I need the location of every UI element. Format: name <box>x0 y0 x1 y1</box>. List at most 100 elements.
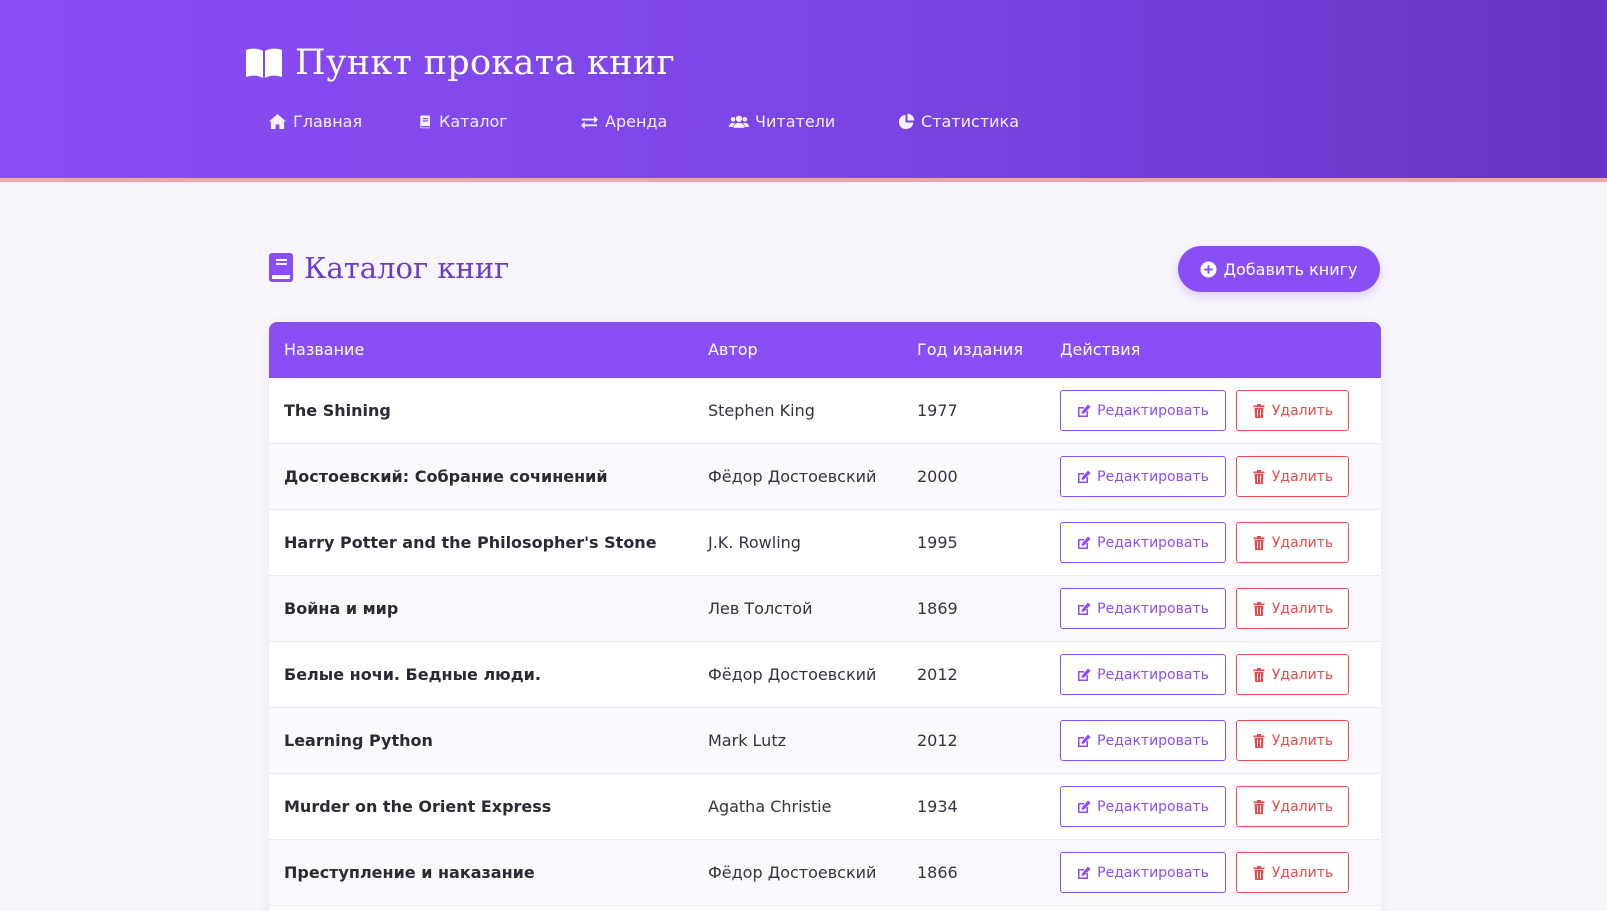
edit-button-label: Редактировать <box>1097 732 1209 749</box>
book-year: 1995 <box>917 533 958 552</box>
nav-item-catalog[interactable]: Каталог <box>418 107 508 135</box>
nav-item-label: Читатели <box>755 111 836 131</box>
pie-chart-icon <box>898 112 915 129</box>
delete-button-label: Удалить <box>1271 864 1334 881</box>
delete-button-label: Удалить <box>1271 666 1334 683</box>
delete-button-label: Удалить <box>1271 732 1334 749</box>
page-title: Каталог книг <box>268 248 509 288</box>
book-year: 1866 <box>917 863 958 882</box>
book-author: Фёдор Достоевский <box>708 665 877 684</box>
trash-icon <box>1253 865 1265 880</box>
book-year: 2000 <box>917 467 958 486</box>
edit-button[interactable]: Редактировать <box>1060 786 1226 827</box>
delete-button-label: Удалить <box>1271 468 1334 485</box>
brand[interactable]: Пункт проката книг <box>244 38 675 88</box>
delete-button[interactable]: Удалить <box>1236 390 1349 431</box>
edit-button[interactable]: Редактировать <box>1060 720 1226 761</box>
edit-button-label: Редактировать <box>1097 402 1209 419</box>
trash-icon <box>1253 799 1265 814</box>
nav-item-label: Статистика <box>921 111 1019 131</box>
edit-button-label: Редактировать <box>1097 864 1209 881</box>
column-header-title: Название <box>284 340 365 359</box>
book-year: 1869 <box>917 599 958 618</box>
delete-button[interactable]: Удалить <box>1236 654 1349 695</box>
nav-item-label: Аренда <box>605 111 668 131</box>
book-title: Harry Potter and the Philosopher's Stone <box>284 533 657 552</box>
book-icon <box>420 115 430 128</box>
book-author: Stephen King <box>708 401 815 420</box>
delete-button[interactable]: Удалить <box>1236 720 1349 761</box>
book-title: Белые ночи. Бедные люди. <box>284 665 541 684</box>
exchange-icon <box>581 115 598 129</box>
table-row: Learning Python Mark Lutz 2012 Редактироват… <box>269 708 1381 774</box>
edit-icon <box>1078 668 1091 681</box>
table-row: Преступление и наказание Фёдор Достоевски… <box>269 840 1381 906</box>
delete-button[interactable]: Удалить <box>1236 852 1349 893</box>
table-row: Murder on the Orient Express Agatha Chris… <box>269 774 1381 840</box>
edit-button-label: Редактировать <box>1097 666 1209 683</box>
trash-icon <box>1253 403 1265 418</box>
edit-button-label: Редактировать <box>1097 534 1209 551</box>
book-title: The Shining <box>284 401 391 420</box>
home-icon <box>269 113 286 129</box>
table-row: Harry Potter and the Philosopher's Stone… <box>269 510 1381 576</box>
edit-icon <box>1078 536 1091 549</box>
app-title: Пункт проката книг <box>295 43 675 83</box>
delete-button[interactable]: Удалить <box>1236 456 1349 497</box>
trash-icon <box>1253 733 1265 748</box>
users-icon <box>729 115 749 128</box>
trash-icon <box>1253 667 1265 682</box>
delete-button[interactable]: Удалить <box>1236 522 1349 563</box>
trash-icon <box>1253 469 1265 484</box>
delete-button-label: Удалить <box>1271 402 1334 419</box>
edit-icon <box>1078 470 1091 483</box>
edit-button[interactable]: Редактировать <box>1060 588 1226 629</box>
edit-button[interactable]: Редактировать <box>1060 522 1226 563</box>
edit-icon <box>1078 800 1091 813</box>
table-row: Белые ночи. Бедные люди. Фёдор Достоевски… <box>269 642 1381 708</box>
book-year: 1977 <box>917 401 958 420</box>
nav-item-rental[interactable]: Аренда <box>580 107 667 135</box>
book-year: 2012 <box>917 665 958 684</box>
book-title: Война и мир <box>284 599 399 618</box>
book-year: 1934 <box>917 797 958 816</box>
edit-icon <box>1078 404 1091 417</box>
edit-button[interactable]: Редактировать <box>1060 654 1226 695</box>
nav-item-home[interactable]: Главная <box>268 107 362 135</box>
book-author: Agatha Christie <box>708 797 832 816</box>
add-book-button[interactable]: Добавить книгу <box>1178 246 1380 292</box>
book-icon <box>269 253 293 282</box>
delete-button[interactable]: Удалить <box>1236 588 1349 629</box>
table-row: Война и мир Лев Толстой 1869 Редактировать У… <box>269 576 1381 642</box>
table-row: The Shining Stephen King 1977 Редактировать… <box>269 378 1381 444</box>
add-book-label: Добавить книгу <box>1223 259 1358 279</box>
app-header: Пункт проката книг Главная Каталог Аренд… <box>0 0 1607 182</box>
nav-item-label: Главная <box>293 111 363 131</box>
delete-button-label: Удалить <box>1271 600 1334 617</box>
edit-icon <box>1078 866 1091 879</box>
book-title: Learning Python <box>284 731 433 750</box>
book-author: Лев Толстой <box>708 599 813 618</box>
edit-button[interactable]: Редактировать <box>1060 390 1226 431</box>
nav-item-readers[interactable]: Читатели <box>729 107 835 135</box>
open-book-icon <box>246 48 282 78</box>
edit-button[interactable]: Редактировать <box>1060 456 1226 497</box>
column-header-actions: Действия <box>1060 340 1141 359</box>
table-header: Название Автор Год издания Действия <box>269 322 1381 378</box>
book-year: 2012 <box>917 731 958 750</box>
book-author: J.K. Rowling <box>708 533 801 552</box>
table-row: Достоевский: Собрание сочинений Фёдор Дос… <box>269 444 1381 510</box>
books-table: Название Автор Год издания Действия The … <box>269 322 1381 911</box>
page-title-text: Каталог книг <box>304 251 510 285</box>
book-title: Murder on the Orient Express <box>284 797 552 816</box>
book-author: Фёдор Достоевский <box>708 863 877 882</box>
edit-icon <box>1078 602 1091 615</box>
edit-button[interactable]: Редактировать <box>1060 852 1226 893</box>
book-author: Mark Lutz <box>708 731 786 750</box>
delete-button[interactable]: Удалить <box>1236 786 1349 827</box>
edit-button-label: Редактировать <box>1097 600 1209 617</box>
edit-icon <box>1078 734 1091 747</box>
nav-item-label: Каталог <box>439 111 508 131</box>
nav-item-statistics[interactable]: Статистика <box>898 107 1019 135</box>
book-title: Достоевский: Собрание сочинений <box>284 467 608 486</box>
